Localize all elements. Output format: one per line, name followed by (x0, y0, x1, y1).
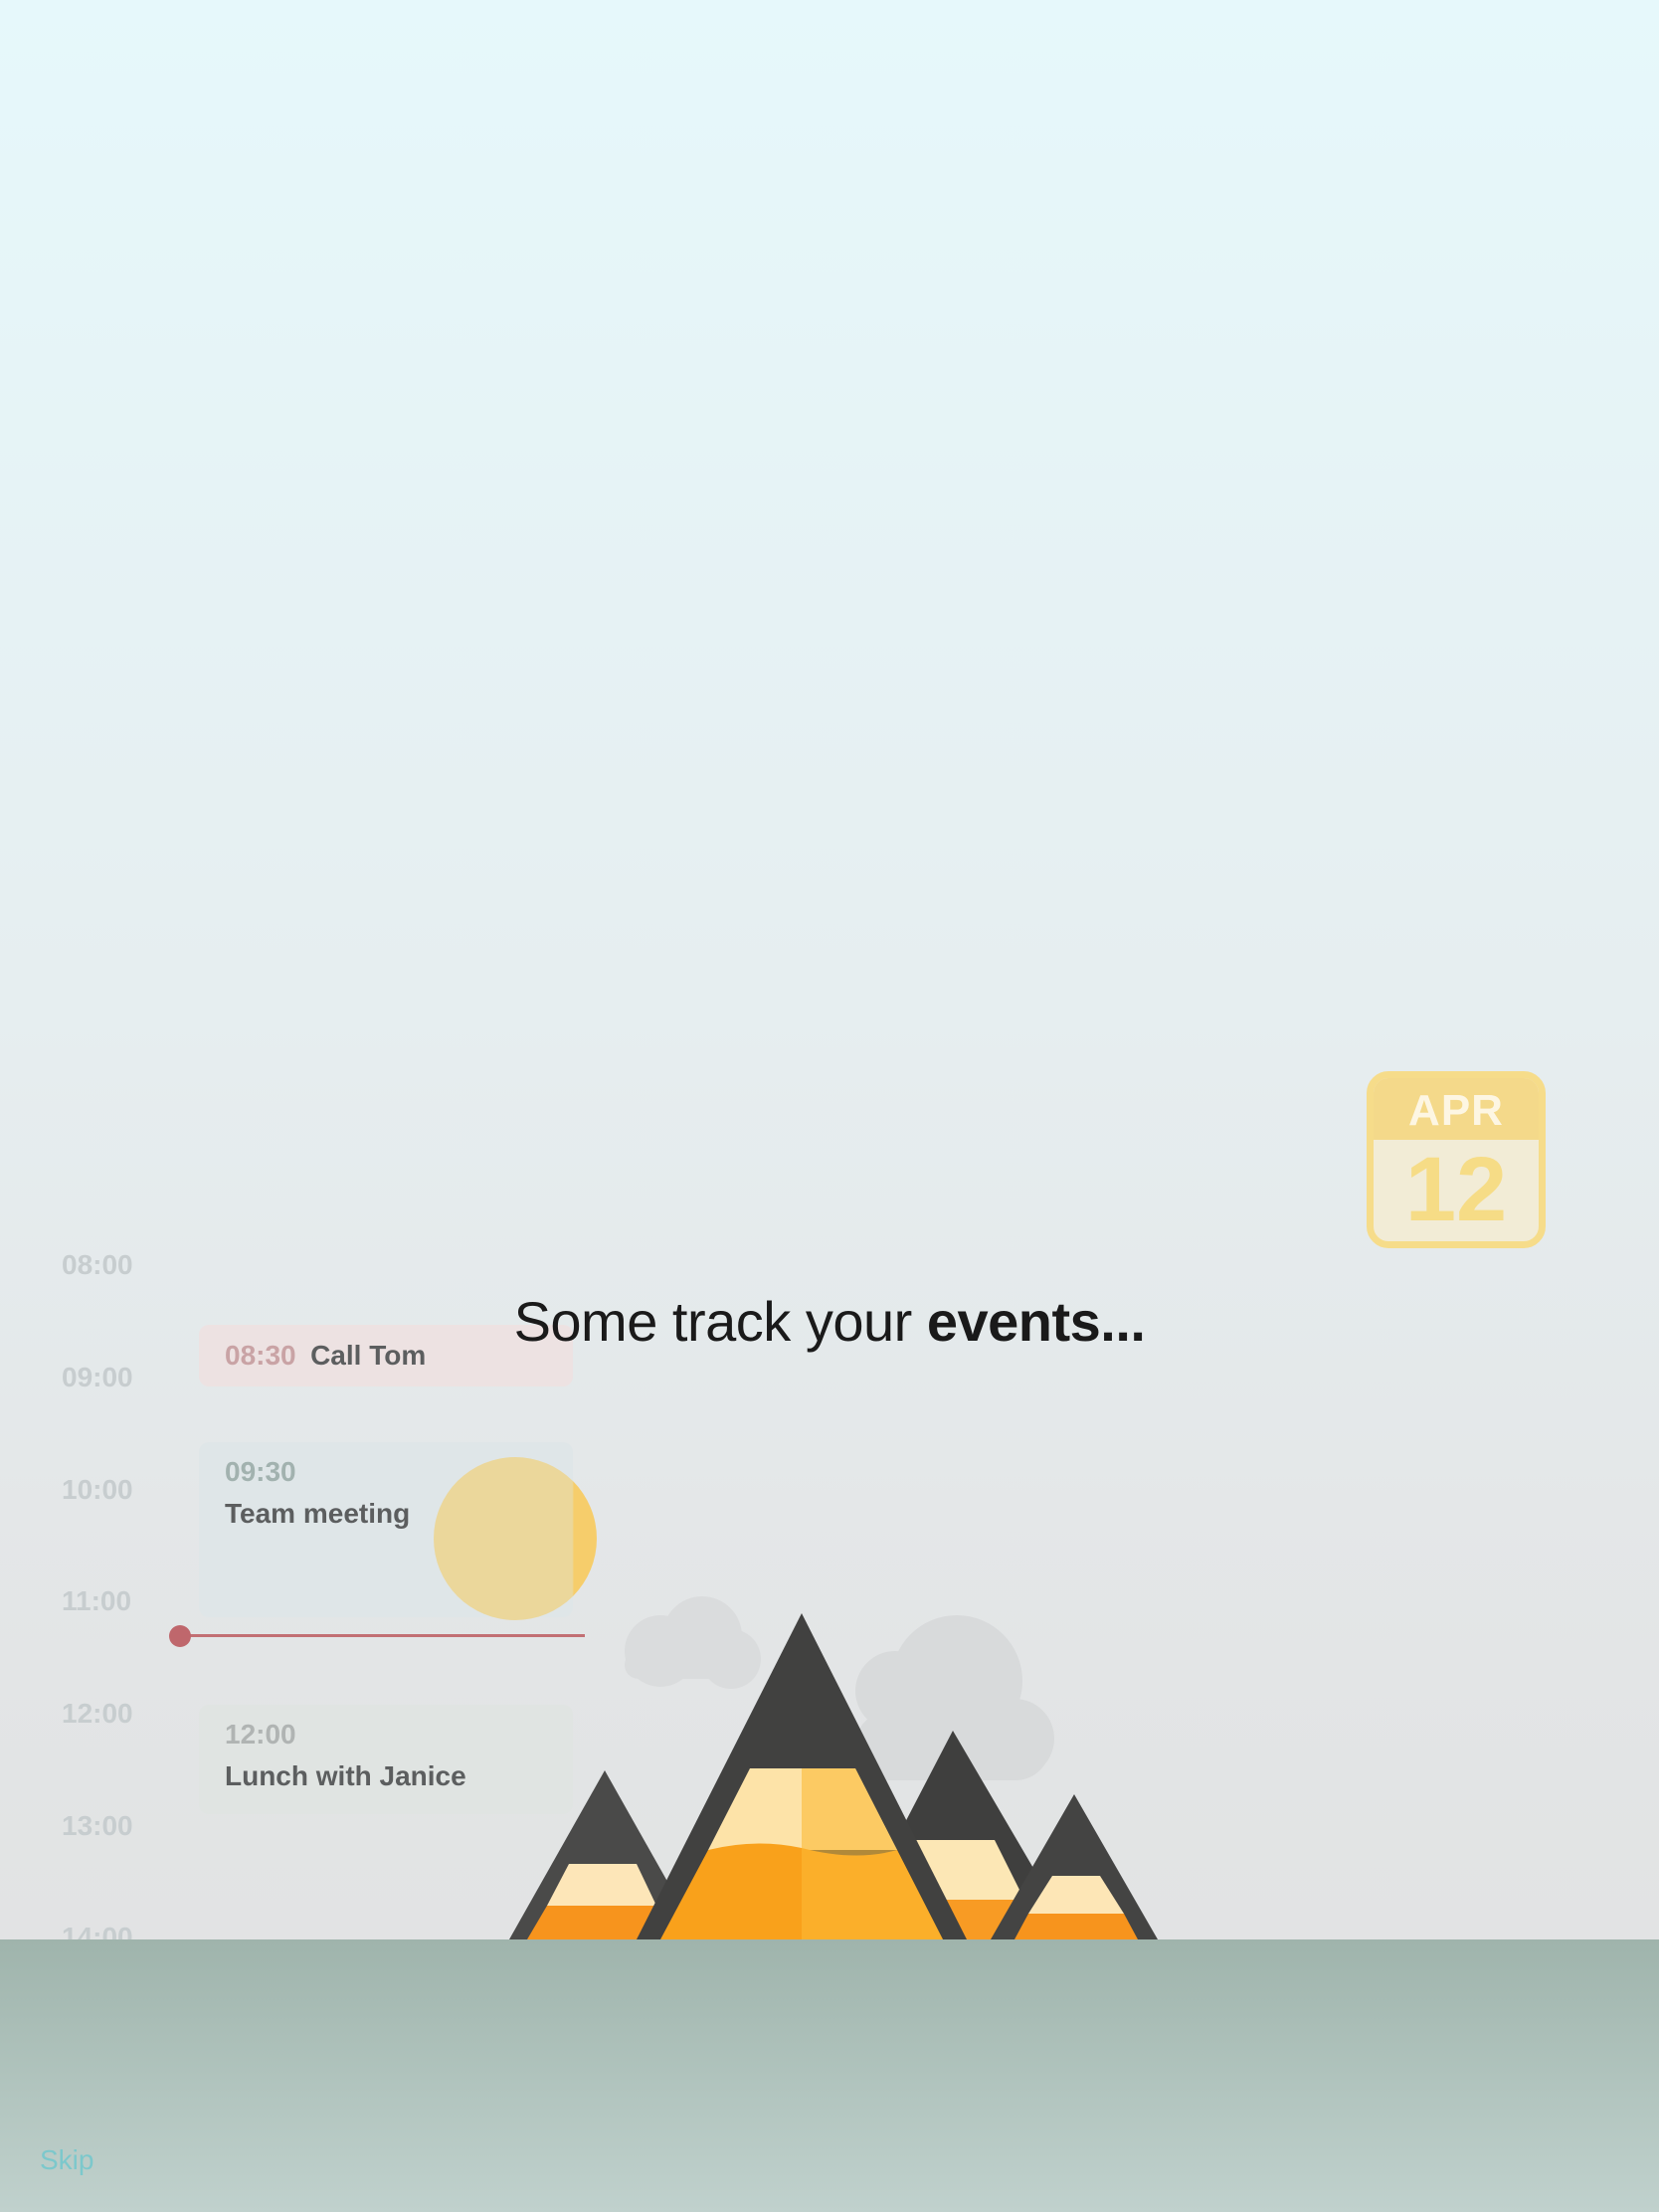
cloud-icon (625, 1596, 761, 1689)
headline-emphasis: events... (926, 1290, 1146, 1353)
onboarding-headline: Some track your events... (0, 1289, 1659, 1354)
sea-background (0, 1939, 1659, 2212)
skip-button[interactable]: Skip (40, 2144, 93, 2176)
headline-prefix: Some track your (513, 1290, 927, 1353)
mountain-island-icon (509, 1596, 1158, 1972)
